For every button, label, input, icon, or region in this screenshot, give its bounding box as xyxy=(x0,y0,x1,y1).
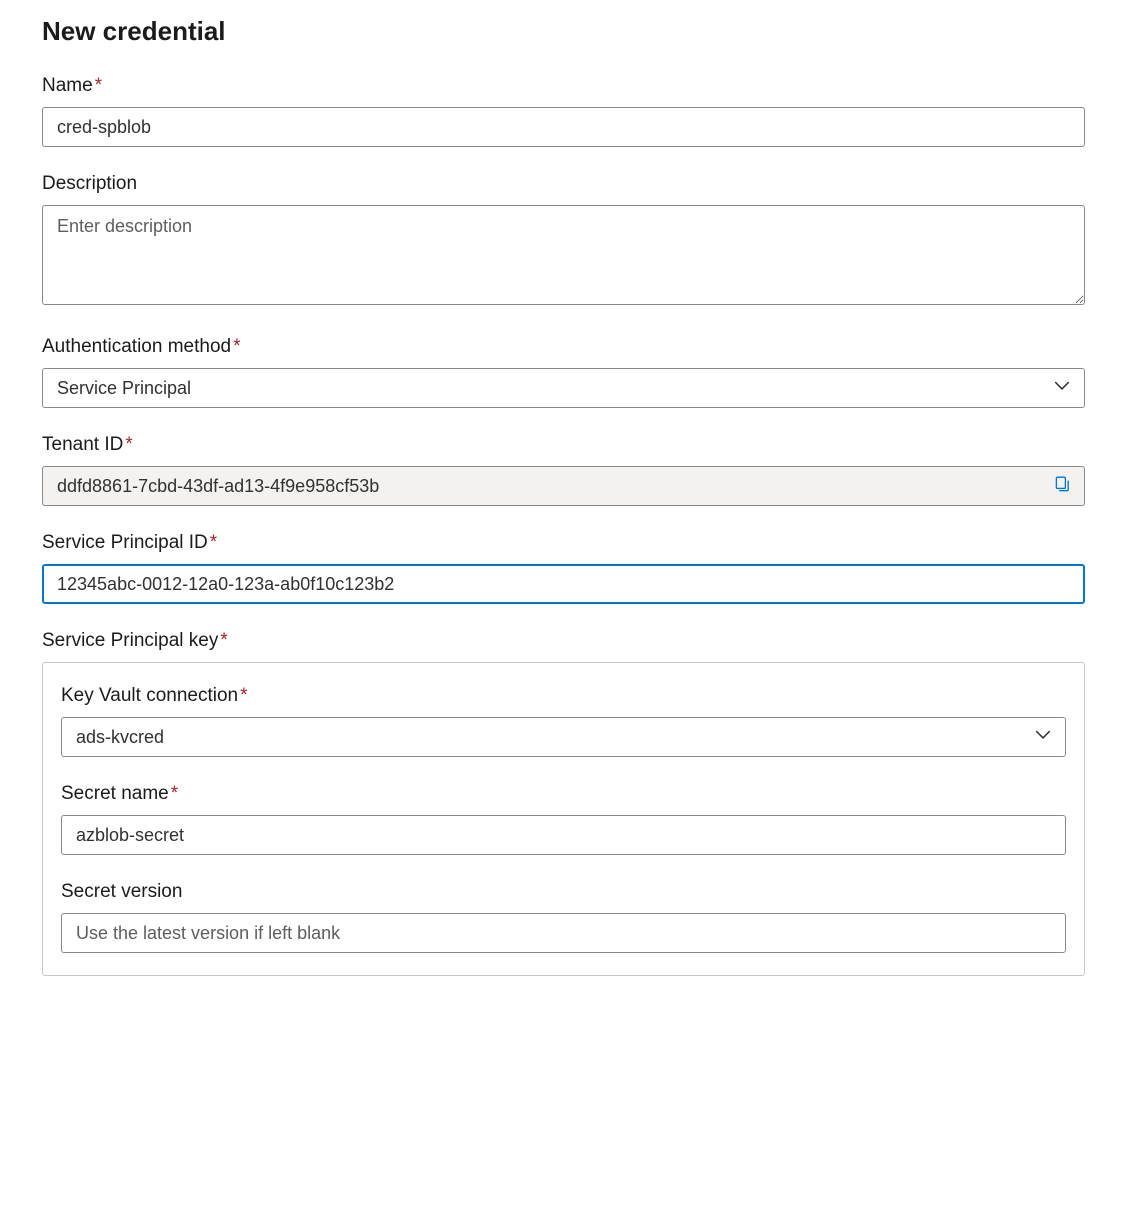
auth-method-field-group: Authentication method* Service Principal xyxy=(42,336,1085,408)
description-field-group: Description xyxy=(42,173,1085,310)
description-textarea[interactable] xyxy=(42,205,1085,305)
required-asterisk: * xyxy=(240,685,247,706)
kv-connection-field-group: Key Vault connection* ads-kvcred xyxy=(61,685,1066,757)
secret-version-input[interactable] xyxy=(61,913,1066,953)
auth-method-select-wrapper: Service Principal xyxy=(42,368,1085,408)
secret-version-label: Secret version xyxy=(61,881,1066,903)
kv-connection-label: Key Vault connection* xyxy=(61,685,1066,707)
tenant-id-field-group: Tenant ID* xyxy=(42,434,1085,506)
auth-method-select[interactable]: Service Principal xyxy=(42,368,1085,408)
required-asterisk: * xyxy=(125,434,132,455)
name-label: Name* xyxy=(42,75,1085,97)
copy-tenant-id-button[interactable] xyxy=(1049,472,1075,501)
kv-connection-select-wrapper: ads-kvcred xyxy=(61,717,1066,757)
required-asterisk: * xyxy=(220,630,227,651)
sp-key-field-group: Service Principal key* Key Vault connect… xyxy=(42,630,1085,976)
required-asterisk: * xyxy=(233,336,240,357)
secret-name-label: Secret name* xyxy=(61,783,1066,805)
sp-key-subsection: Key Vault connection* ads-kvcred Secret … xyxy=(42,662,1085,976)
auth-method-label-text: Authentication method xyxy=(42,336,231,357)
required-asterisk: * xyxy=(210,532,217,553)
sp-id-input[interactable] xyxy=(42,564,1085,604)
tenant-id-input xyxy=(42,466,1085,506)
sp-key-label: Service Principal key* xyxy=(42,630,1085,652)
page-title: New credential xyxy=(42,16,1085,47)
required-asterisk: * xyxy=(171,783,178,804)
secret-version-field-group: Secret version xyxy=(61,881,1066,953)
sp-id-label-text: Service Principal ID xyxy=(42,532,208,553)
tenant-id-label-text: Tenant ID xyxy=(42,434,123,455)
kv-connection-label-text: Key Vault connection xyxy=(61,685,238,706)
sp-id-label: Service Principal ID* xyxy=(42,532,1085,554)
required-asterisk: * xyxy=(95,75,102,96)
name-label-text: Name xyxy=(42,75,93,96)
secret-name-input[interactable] xyxy=(61,815,1066,855)
tenant-id-wrapper xyxy=(42,466,1085,506)
kv-connection-select[interactable]: ads-kvcred xyxy=(61,717,1066,757)
secret-name-field-group: Secret name* xyxy=(61,783,1066,855)
copy-icon xyxy=(1053,476,1071,497)
auth-method-label: Authentication method* xyxy=(42,336,1085,358)
tenant-id-label: Tenant ID* xyxy=(42,434,1085,456)
name-field-group: Name* xyxy=(42,75,1085,147)
description-label: Description xyxy=(42,173,1085,195)
sp-key-label-text: Service Principal key xyxy=(42,630,218,651)
name-input[interactable] xyxy=(42,107,1085,147)
sp-id-field-group: Service Principal ID* xyxy=(42,532,1085,604)
secret-name-label-text: Secret name xyxy=(61,783,169,804)
